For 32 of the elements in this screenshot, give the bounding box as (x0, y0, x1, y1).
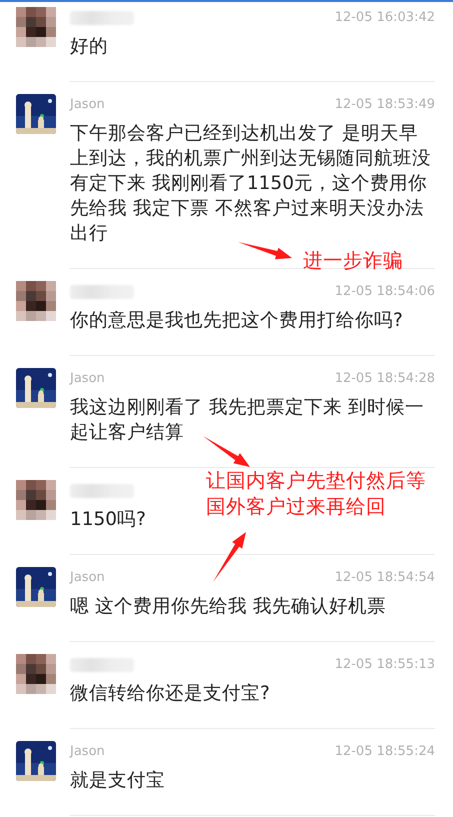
avatar[interactable] (16, 7, 56, 47)
avatar[interactable] (16, 281, 56, 321)
arrow-icon (203, 436, 250, 467)
blurred-name (70, 484, 134, 498)
message-text: 1150吗? (70, 508, 146, 532)
message-text: 嗯 这个费用你先给我 我先确认好机票 (70, 595, 386, 619)
sender-name: Jason (70, 96, 105, 114)
message-time: 12-05 18:54:28 (334, 370, 435, 388)
avatar[interactable] (16, 654, 56, 694)
message-time: 12-05 18:55:24 (334, 743, 435, 762)
blurred-name (70, 11, 134, 25)
message-text: 我这边刚刚看了 我先把票定下来 到时候一起让客户结算 (70, 396, 425, 445)
avatar[interactable] (16, 480, 56, 520)
message-time: 12-05 18:55:13 (334, 656, 435, 674)
annotation-text: 让国内客户先垫付然后等 国外客户过来再给回 (206, 468, 426, 520)
message-text: 就是支付宝 (70, 769, 165, 793)
message-text: 微信转给你还是支付宝? (70, 682, 270, 706)
message-time: 12-05 18:54:54 (334, 569, 435, 588)
message-time: 12-05 16:03:42 (334, 9, 435, 28)
message-text: 下午那会客户已经到达机出发了 是明天早上到达，我的机票广州到达无锡随同航班没有定下来 我刚刚看了1150元，这个费用你先给我 我定下票 不然客户过来明天没办法出行 (70, 122, 432, 246)
blurred-name (70, 285, 134, 299)
message-text: 好的 (70, 35, 108, 59)
arrow-icon (238, 242, 292, 260)
message-time: 12-05 18:53:49 (334, 96, 435, 114)
arrow-icon (213, 532, 246, 582)
sender-name: Jason (70, 370, 105, 388)
sender-name: Jason (70, 743, 105, 762)
message-text: 你的意思是我也先把这个费用打给你吗? (70, 309, 403, 333)
message-time: 12-05 18:54:06 (334, 283, 435, 302)
blurred-name (70, 658, 134, 672)
annotation-text: 进一步诈骗 (303, 248, 403, 274)
sender-name: Jason (70, 569, 105, 588)
